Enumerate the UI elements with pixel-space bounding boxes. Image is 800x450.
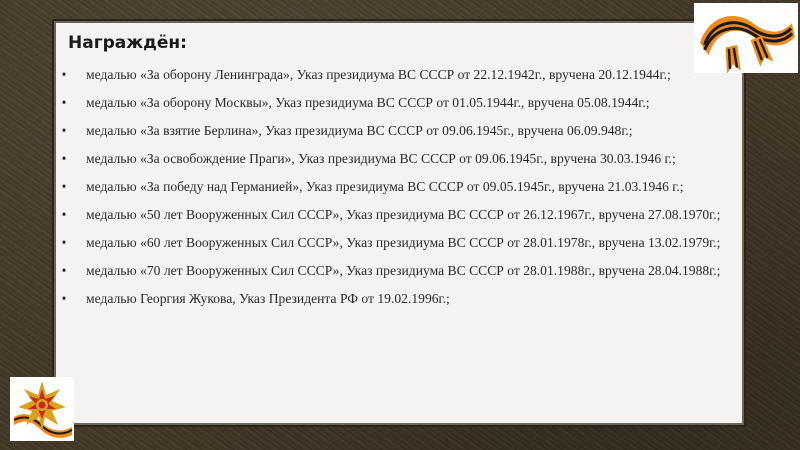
award-text: медалью «60 лет Вооруженных Сил СССР», У… <box>86 235 721 250</box>
list-item: • медалью «50 лет Вооруженных Сил СССР», … <box>56 203 742 226</box>
st-george-ribbon-icon <box>694 3 798 74</box>
bullet-icon: • <box>61 291 67 306</box>
bullet-icon: • <box>61 207 67 222</box>
award-text: медалью «50 лет Вооруженных Сил СССР», У… <box>86 207 721 222</box>
awards-list: • медалью «За оборону Ленинграда», Указ п… <box>56 63 742 315</box>
list-item: • медалью Георгия Жукова, Указ Президента… <box>56 287 742 310</box>
list-item: • медалью «За победу над Германией», Указ… <box>56 175 742 198</box>
bullet-icon: • <box>61 67 67 82</box>
award-text: медалью «За оборону Ленинграда», Указ пр… <box>86 67 671 82</box>
slide-panel: Награждён: • медалью «За оборону Ленингра… <box>54 21 744 425</box>
page-title: Награждён: <box>68 33 187 53</box>
bullet-icon: • <box>61 263 67 278</box>
list-item: • медалью «За освобождение Праги», Указ п… <box>56 147 742 170</box>
list-item: • медалью «За оборону Москвы», Указ прези… <box>56 91 742 114</box>
award-text: медалью «70 лет Вооруженных Сил СССР», У… <box>86 263 721 278</box>
order-star-medal-icon <box>10 377 74 441</box>
medal-graphic <box>13 381 73 438</box>
award-text: медалью «За взятие Берлина», Указ презид… <box>86 123 633 138</box>
list-item: • медалью «70 лет Вооруженных Сил СССР», … <box>56 259 742 282</box>
list-item: • медалью «За оборону Ленинграда», Указ п… <box>56 63 742 86</box>
bullet-icon: • <box>61 179 67 194</box>
award-text: медалью Георгия Жукова, Указ Президента … <box>86 291 450 306</box>
bullet-icon: • <box>61 123 67 138</box>
award-text: медалью «За освобождение Праги», Указ пр… <box>86 151 676 166</box>
award-text: медалью «За оборону Москвы», Указ презид… <box>86 95 650 110</box>
award-text: медалью «За победу над Германией», Указ … <box>86 179 684 194</box>
list-item: • медалью «За взятие Берлина», Указ прези… <box>56 119 742 142</box>
list-item: • медалью «60 лет Вооруженных Сил СССР», … <box>56 231 742 254</box>
bullet-icon: • <box>61 235 67 250</box>
bullet-icon: • <box>61 151 67 166</box>
bullet-icon: • <box>61 95 67 110</box>
ribbon-graphic <box>699 16 795 74</box>
